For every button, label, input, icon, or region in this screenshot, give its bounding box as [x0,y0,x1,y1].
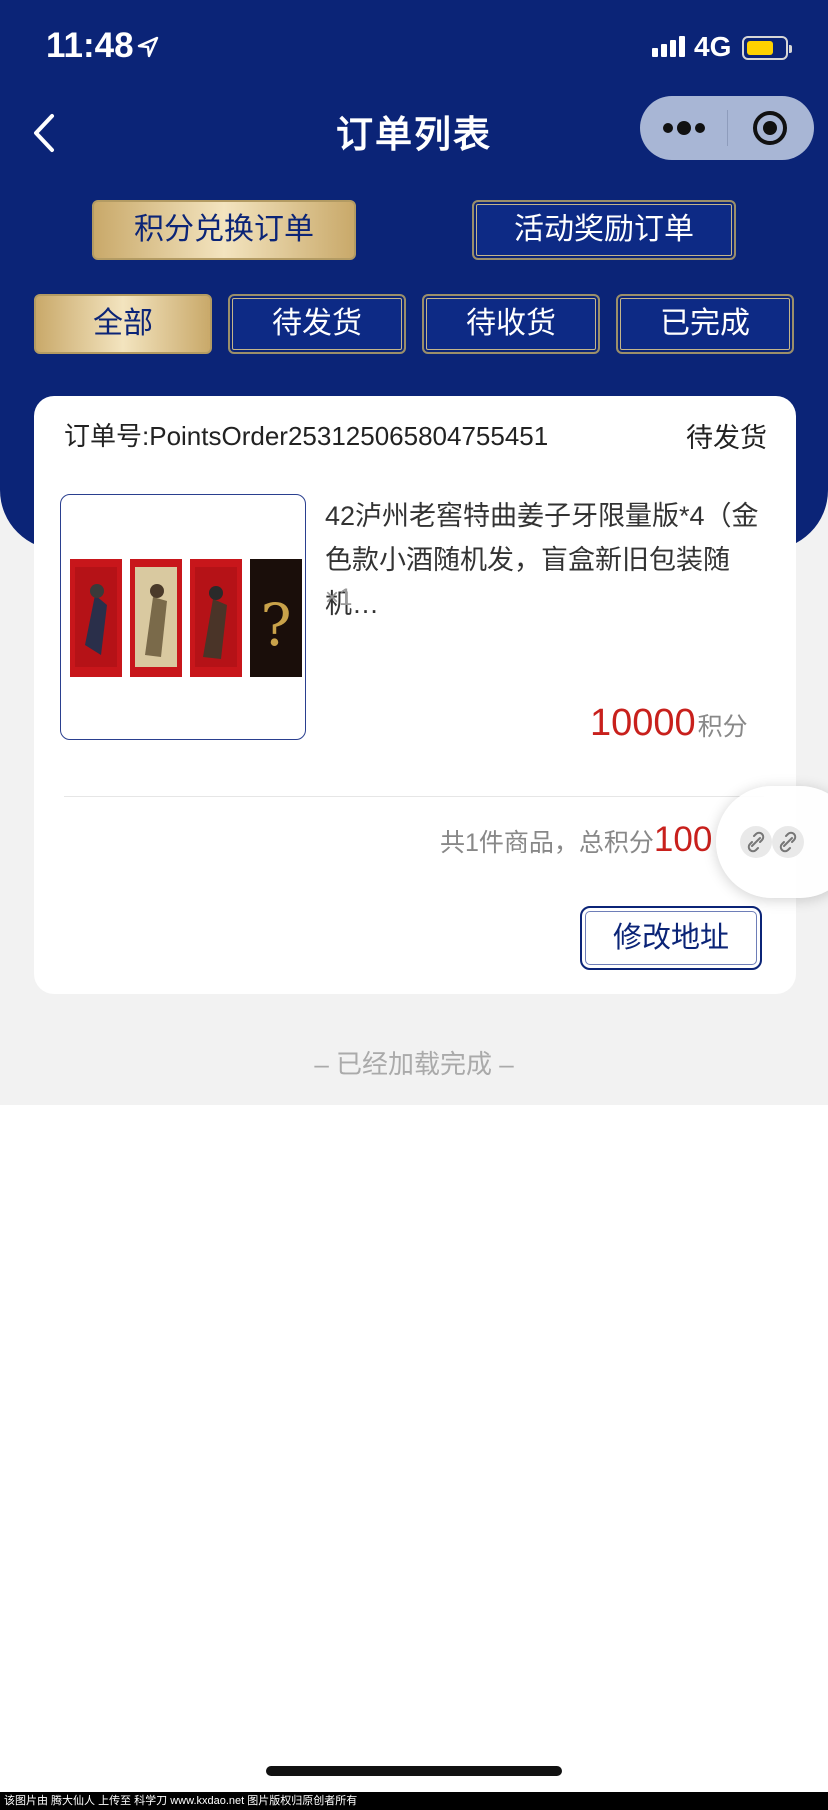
product-price: 10000积分 [590,702,748,745]
card-divider [64,796,764,797]
price-value: 10000 [590,702,696,744]
status-time: 11:48 [46,26,134,65]
link-icon[interactable] [740,826,772,858]
more-menu-button[interactable] [640,96,727,160]
tab-pending-receipt[interactable]: 待收货 [422,294,600,354]
location-arrow-icon [137,36,159,58]
watermark-text: 该图片由 腾大仙人 上传至 科学刀 www.kxdao.net 图片版权归原创者… [0,1792,828,1810]
order-number: 订单号:PointsOrder253125065804755451 [64,421,549,451]
svg-text:?: ? [260,591,291,659]
product-image[interactable]: ? [60,494,306,740]
product-illustration: ? [70,559,302,677]
home-indicator[interactable] [266,1766,562,1776]
tab-all[interactable]: 全部 [34,294,212,354]
more-dots-icon [663,121,705,135]
tab-completed[interactable]: 已完成 [616,294,794,354]
order-status: 待发货 [686,423,767,453]
summary-total: 100 [653,820,713,859]
signal-icon [652,36,688,57]
tab-activity-reward-orders[interactable]: 活动奖励订单 [472,200,736,260]
network-label: 4G [694,31,732,62]
link-icon[interactable] [772,826,804,858]
mini-program-capsule [640,96,814,160]
order-summary: 共1件商品，总积分100 [440,820,712,860]
product-name: 42泸州老窖特曲姜子牙限量版*4（金色款小酒随机发，盲盒新旧包装随机… [325,501,759,619]
summary-label: 共1件商品，总积分 [440,829,654,857]
modify-address-button[interactable]: 修改地址 [580,906,762,970]
battery-icon [742,36,792,60]
tab-pending-shipment[interactable]: 待发货 [228,294,406,354]
price-unit: 积分 [697,713,748,741]
product-quantity: ×1 [325,584,353,611]
floating-tool-bubble[interactable] [716,786,828,898]
tab-points-exchange-orders[interactable]: 积分兑换订单 [92,200,356,260]
target-circle-icon [753,111,787,145]
close-mini-program-button[interactable] [727,96,814,160]
load-complete-text: – 已经加载完成 – [314,1049,514,1079]
